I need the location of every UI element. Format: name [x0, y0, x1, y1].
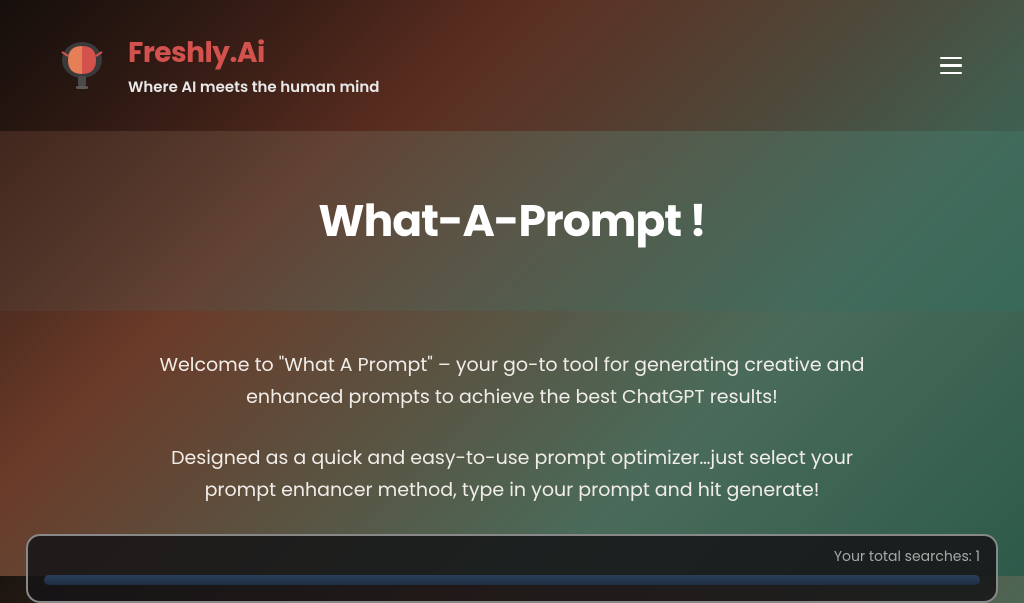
prompt-panel: Your total searches: 1 — [26, 534, 998, 603]
brand-title: Freshly.Ai — [128, 32, 379, 74]
hero-section: What-A-Prompt ! — [0, 131, 1024, 311]
header: Freshly.Ai Where AI meets the human mind — [0, 0, 1024, 131]
brand-text: Freshly.Ai Where AI meets the human mind — [128, 32, 379, 99]
prompt-input[interactable] — [44, 575, 980, 585]
search-count-label: Your total searches: 1 — [44, 546, 980, 567]
brand-tagline: Where AI meets the human mind — [128, 76, 379, 99]
menu-icon[interactable] — [932, 49, 970, 83]
content-section: Welcome to "What A Prompt" – your go-to … — [0, 311, 1024, 506]
intro-paragraph-2: Designed as a quick and easy-to-use prom… — [152, 442, 872, 507]
brand[interactable]: Freshly.Ai Where AI meets the human mind — [54, 32, 379, 99]
page-title: What-A-Prompt ! — [318, 189, 705, 254]
logo-brain-bulb-icon — [54, 38, 110, 94]
intro-paragraph-1: Welcome to "What A Prompt" – your go-to … — [152, 349, 872, 414]
